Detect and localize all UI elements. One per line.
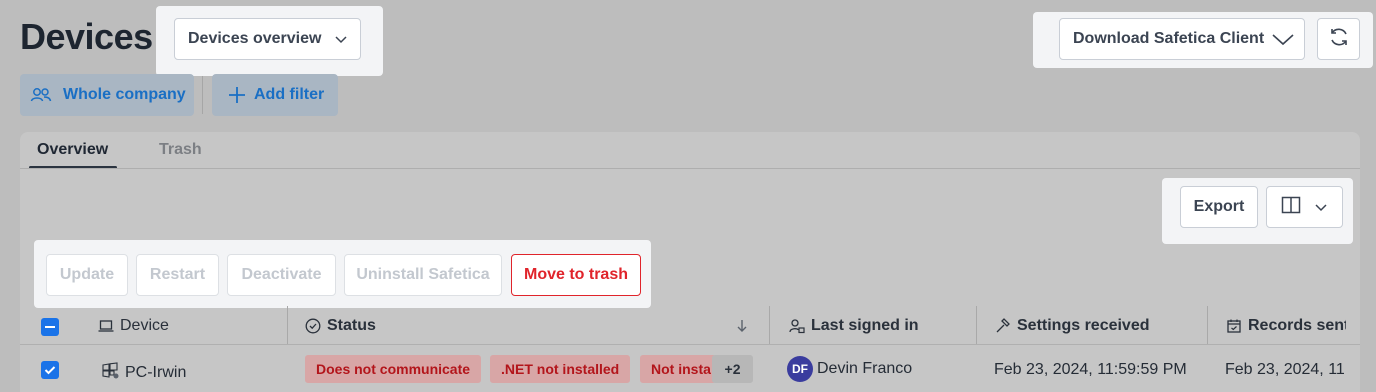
column-header-device[interactable]: Device xyxy=(98,317,169,335)
records-sent-cell: Feb 23, 2024, 11 xyxy=(1225,361,1345,378)
header-divider xyxy=(20,344,1360,345)
column-header-last-signed-in-label: Last signed in xyxy=(811,317,919,334)
scope-filter-chip[interactable]: Whole company xyxy=(20,74,194,116)
laptop-icon xyxy=(98,319,120,333)
column-header-status[interactable]: Status xyxy=(305,317,376,335)
deactivate-button[interactable]: Deactivate xyxy=(227,254,336,296)
column-header-last-signed-in[interactable]: Last signed in xyxy=(789,317,919,335)
select-all-checkbox[interactable] xyxy=(41,318,59,336)
column-header-settings-received[interactable]: Settings received xyxy=(995,317,1150,335)
tabs-divider xyxy=(20,168,1360,169)
chevron-down-icon xyxy=(1313,199,1329,215)
add-filter-button[interactable]: Add filter xyxy=(212,74,338,116)
column-header-settings-received-label: Settings received xyxy=(1017,317,1150,334)
column-separator xyxy=(1207,306,1208,344)
more-statuses-badge[interactable]: +2 xyxy=(712,355,753,383)
view-dropdown-label: Devices overview xyxy=(188,30,322,47)
column-separator xyxy=(769,306,770,344)
page-title: Devices xyxy=(20,16,153,57)
columns-button[interactable] xyxy=(1266,186,1343,228)
tab-overview[interactable]: Overview xyxy=(37,141,108,159)
status-badge: .NET not installed xyxy=(490,355,631,383)
column-header-status-label: Status xyxy=(327,317,376,334)
column-header-records-sent[interactable]: Records sent xyxy=(1226,317,1346,335)
check-circle-icon xyxy=(305,318,327,334)
column-separator xyxy=(287,306,288,344)
last-signed-in-user[interactable]: Devin Franco xyxy=(817,360,912,378)
settings-received-cell: Feb 23, 2024, 11:59:59 PM xyxy=(994,361,1187,378)
hammer-icon xyxy=(995,318,1017,334)
status-badge: Not insta xyxy=(640,355,716,383)
calendar-check-icon xyxy=(1226,318,1248,334)
column-header-records-sent-label: Records sent xyxy=(1248,317,1346,334)
restart-button[interactable]: Restart xyxy=(136,254,219,296)
column-separator xyxy=(976,306,977,344)
column-header-device-label: Device xyxy=(120,317,169,334)
move-to-trash-button[interactable]: Move to trash xyxy=(511,254,641,296)
device-cell[interactable]: PC-Irwin xyxy=(102,362,186,384)
update-button[interactable]: Update xyxy=(46,254,128,296)
export-button[interactable]: Export xyxy=(1180,186,1258,228)
filter-divider xyxy=(202,76,203,114)
chevron-down-icon xyxy=(1272,31,1294,47)
plus-icon xyxy=(228,86,246,104)
users-icon xyxy=(30,86,52,104)
download-client-label: Download Safetica Client xyxy=(1073,30,1265,47)
add-filter-label: Add filter xyxy=(254,86,325,103)
uninstall-button[interactable]: Uninstall Safetica xyxy=(344,254,502,296)
view-dropdown[interactable]: Devices overview xyxy=(174,18,361,60)
sort-down-icon[interactable] xyxy=(736,318,748,339)
status-badge: Does not communicate xyxy=(305,355,482,383)
device-name: PC-Irwin xyxy=(125,364,187,381)
tab-trash[interactable]: Trash xyxy=(159,141,202,159)
user-lock-icon xyxy=(789,318,811,334)
windows-icon xyxy=(102,362,119,384)
columns-icon xyxy=(1281,195,1301,220)
download-client-button[interactable]: Download Safetica Client xyxy=(1059,18,1305,60)
avatar: DF xyxy=(787,356,813,382)
chevron-down-icon xyxy=(333,31,349,47)
refresh-icon xyxy=(1328,26,1350,53)
row-checkbox[interactable] xyxy=(41,361,59,379)
refresh-button[interactable] xyxy=(1317,18,1360,60)
scope-filter-label: Whole company xyxy=(63,86,186,103)
